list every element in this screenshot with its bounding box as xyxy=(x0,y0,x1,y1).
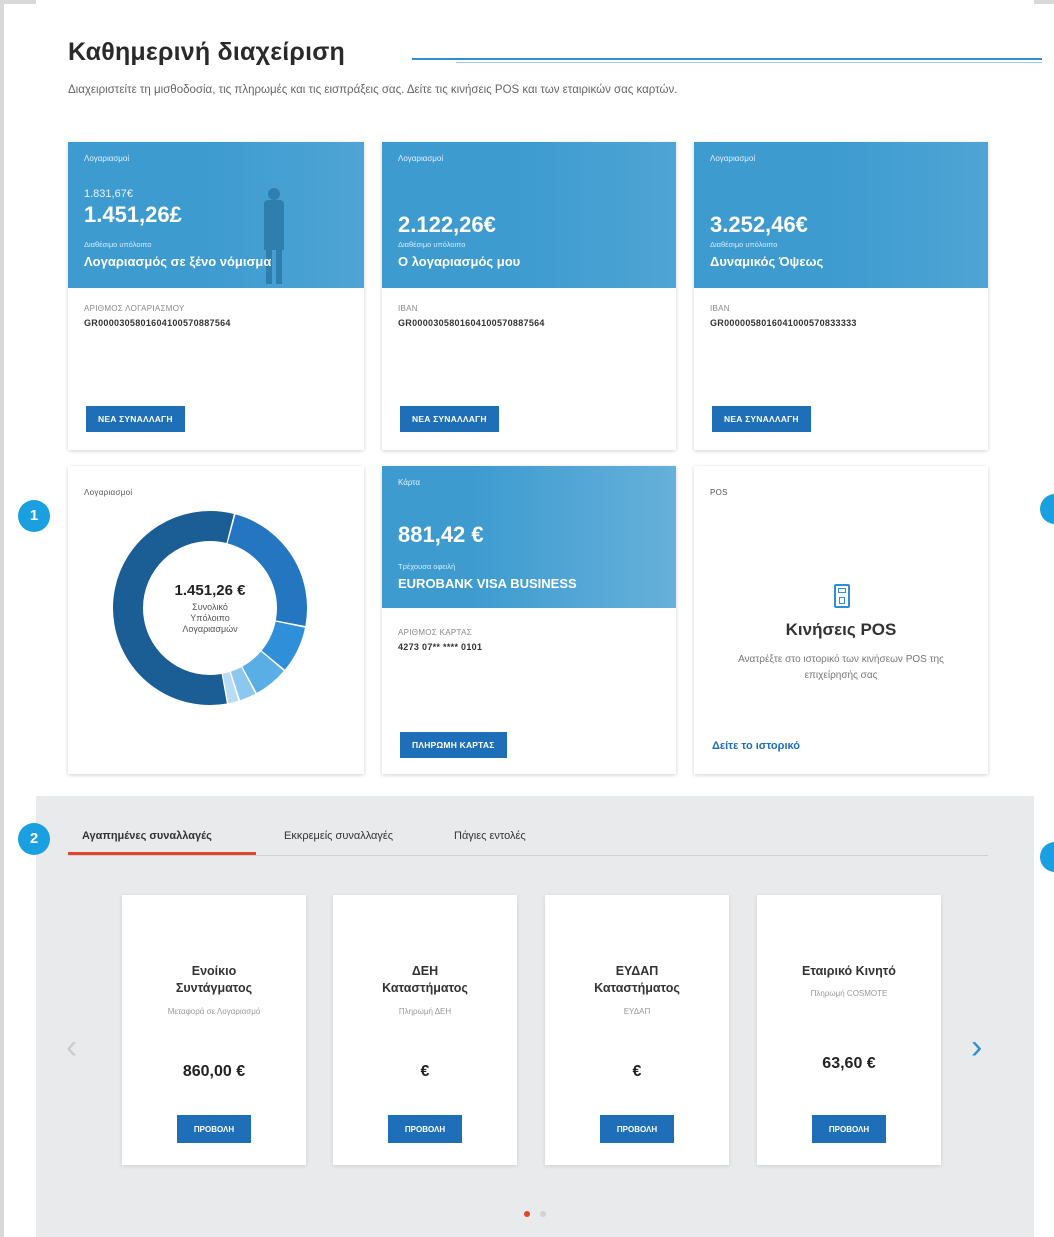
total-balance-label-1: Συνολικό xyxy=(192,601,228,612)
traveler-figure xyxy=(256,188,292,284)
favorite-amount: 63,60 € xyxy=(822,1055,876,1072)
transactions-section: Αγαπημένες συναλλαγές Εκκρεμείς συναλλαγ… xyxy=(36,796,1034,1237)
credit-card-header: Κάρτα 881,42 € Τρέχουσα οφειλή EUROBANK … xyxy=(382,466,676,608)
page-title: Καθημερινή διαχείριση xyxy=(68,38,345,66)
card-number-label: ΑΡΙΘΜΟΣ ΚΑΡΤΑΣ xyxy=(398,628,472,637)
total-balance-label-3: Λογαριασμών xyxy=(182,623,238,634)
favorite-transaction-card[interactable]: ΔΕΗ Καταστήματος Πληρωμή ΔΕΗ € ΠΡΟΒΟΛΗ xyxy=(333,895,517,1165)
balance-donut-chart: 1.451,26 € Συνολικό Υπόλοιπο Λογαριασμών xyxy=(110,508,310,708)
new-transaction-button[interactable]: ΝΕΑ ΣΥΝΑΛΛΑΓΗ xyxy=(400,406,499,432)
card-due-amount: 881,42 € xyxy=(398,522,484,547)
iban-label: IBAN xyxy=(710,304,730,313)
pos-card[interactable]: POS Κινήσεις POS Ανατρέξτε στο ιστορικό … xyxy=(694,466,988,774)
favorite-amount: € xyxy=(632,1063,642,1080)
view-button[interactable]: ΠΡΟΒΟΛΗ xyxy=(600,1115,674,1143)
card-tag: Λογαριασμοί xyxy=(398,154,444,163)
annotation-marker-2: 2 xyxy=(18,823,50,855)
iban-value: GR0000058016041000570833333 xyxy=(710,318,857,328)
view-button[interactable]: ΠΡΟΒΟΛΗ xyxy=(177,1115,251,1143)
secondary-amount: 1.831,67€ xyxy=(84,188,133,200)
view-history-link[interactable]: Δείτε το ιστορικό xyxy=(712,740,800,752)
tab-standing-orders[interactable]: Πάγιες εντολές xyxy=(454,830,526,842)
favorite-name-line2: Συντάγματος xyxy=(175,981,253,995)
favorite-name-line1: ΕΥΔΑΠ xyxy=(615,964,659,978)
balance-amount: 3.252,46€ xyxy=(710,212,808,237)
favorite-amount: € xyxy=(420,1063,430,1080)
total-balance-label-2: Υπόλοιπο xyxy=(190,612,230,623)
favorite-name-line2: Καταστήματος xyxy=(382,981,468,995)
account-number-value: GR0000305801604100570887564 xyxy=(84,318,231,328)
account-number-label: ΑΡΙΘΜΟΣ ΛΟΓΑΡΙΑΣΜΟΥ xyxy=(84,304,185,313)
favorite-amount: 860,00 € xyxy=(182,1063,246,1080)
pos-title: Κινήσεις POS xyxy=(785,620,897,639)
account-name: Λογαριασμός σε ξένο νόμισμα xyxy=(84,254,272,269)
title-divider xyxy=(412,58,1042,60)
card-tag: Λογαριασμοί xyxy=(84,154,130,163)
account-card-header: Λογαριασμοί 1.831,67€ 1.451,26£ Διαθέσιμ… xyxy=(68,142,364,288)
favorite-transaction-card[interactable]: Εταιρικό Κινητό Πληρωμή COSMOTE 63,60 € … xyxy=(757,895,941,1165)
accounts-summary-card[interactable]: Λογαριασμοί 1.451,26 € Συνολικό Υπόλοιπο… xyxy=(68,466,364,774)
card-product-name: EUROBANK VISA BUSINESS xyxy=(398,576,577,591)
favorite-description: Μεταφορά σε Λογαριασμό xyxy=(167,1007,261,1016)
card-tag: Λογαριασμοί xyxy=(84,488,133,497)
favorite-transaction-card[interactable]: Ενοίκιο Συντάγματος Μεταφορά σε Λογαριασ… xyxy=(122,895,306,1165)
balance-label: Διαθέσιμο υπόλοιπο xyxy=(398,240,466,249)
donut-center: 1.451,26 € Συνολικό Υπόλοιπο Λογαριασμών xyxy=(110,508,310,708)
new-transaction-button[interactable]: ΝΕΑ ΣΥΝΑΛΛΑΓΗ xyxy=(86,406,185,432)
title-divider-thin xyxy=(456,62,1042,63)
balance-amount: 1.451,26£ xyxy=(84,202,182,227)
favorite-name: ΔΕΗ Καταστήματος xyxy=(343,963,507,997)
favorite-transaction-card[interactable]: ΕΥΔΑΠ Καταστήματος ΕΥΔΑΠ € ΠΡΟΒΟΛΗ xyxy=(545,895,729,1165)
pos-terminal-icon xyxy=(834,584,850,608)
balance-amount: 2.122,26€ xyxy=(398,212,496,237)
total-balance-value: 1.451,26 € xyxy=(174,581,246,599)
favorite-description: Πληρωμή COSMOTE xyxy=(810,989,888,998)
tab-pending[interactable]: Εκκρεμείς συναλλαγές xyxy=(284,830,393,842)
account-name: Ο λογαριασμός μου xyxy=(398,254,521,269)
tab-favorites[interactable]: Αγαπημένες συναλλαγές xyxy=(82,830,212,842)
account-card-my[interactable]: Λογαριασμοί 2.122,26€ Διαθέσιμο υπόλοιπο… xyxy=(382,142,676,450)
dashboard-page: Καθημερινή διαχείριση Διαχειριστείτε τη … xyxy=(36,0,1042,1237)
prev-arrow-icon[interactable]: ‹ xyxy=(66,1028,77,1067)
favorite-name: Εταιρικό Κινητό xyxy=(767,963,931,980)
page-subtitle: Διαχειριστείτε τη μισθοδοσία, τις πληρωμ… xyxy=(68,84,678,96)
carousel-pagination xyxy=(36,1204,1034,1222)
clock-photo xyxy=(514,142,676,288)
view-button[interactable]: ΠΡΟΒΟΛΗ xyxy=(812,1115,886,1143)
favorite-name-line1: Εταιρικό Κινητό xyxy=(802,964,896,978)
account-card-header: Λογαριασμοί 2.122,26€ Διαθέσιμο υπόλοιπο… xyxy=(382,142,676,288)
annotation-marker-1: 1 xyxy=(18,500,50,532)
iban-label: IBAN xyxy=(398,304,418,313)
balance-label: Διαθέσιμο υπόλοιπο xyxy=(84,240,152,249)
iban-value: GR0000305801604100570887564 xyxy=(398,318,545,328)
active-tab-underline xyxy=(68,852,256,855)
account-card-dynamic[interactable]: Λογαριασμοί 3.252,46€ Διαθέσιμο υπόλοιπο… xyxy=(694,142,988,450)
favorite-name: ΕΥΔΑΠ Καταστήματος xyxy=(555,963,719,997)
pagination-dot-active[interactable] xyxy=(523,1211,530,1217)
card-tag: POS xyxy=(710,488,728,497)
account-card-foreign[interactable]: Λογαριασμοί 1.831,67€ 1.451,26£ Διαθέσιμ… xyxy=(68,142,364,450)
pos-description: Ανατρέξτε στο ιστορικό των κινήσεων POS … xyxy=(738,654,944,681)
card-number-value: 4273 07** **** 0101 xyxy=(398,642,483,652)
view-button[interactable]: ΠΡΟΒΟΛΗ xyxy=(388,1115,462,1143)
balance-label: Διαθέσιμο υπόλοιπο xyxy=(710,240,778,249)
new-transaction-button[interactable]: ΝΕΑ ΣΥΝΑΛΛΑΓΗ xyxy=(712,406,811,432)
card-due-label: Τρέχουσα οφειλή xyxy=(398,562,456,571)
favorite-description: ΕΥΔΑΠ xyxy=(623,1007,651,1016)
card-tag: Κάρτα xyxy=(398,478,420,487)
credit-card-card[interactable]: Κάρτα 881,42 € Τρέχουσα οφειλή EUROBANK … xyxy=(382,466,676,774)
favorite-name-line2: Καταστήματος xyxy=(594,981,680,995)
favorite-name-line1: Ενοίκιο xyxy=(191,964,237,978)
favorite-description: Πληρωμή ΔΕΗ xyxy=(398,1007,452,1016)
card-payment-button[interactable]: ΠΛΗΡΩΜΗ ΚΑΡΤΑΣ xyxy=(400,732,507,758)
favorite-name-line1: ΔΕΗ xyxy=(411,964,439,978)
next-arrow-icon[interactable]: › xyxy=(971,1028,982,1067)
account-card-header: Λογαριασμοί 3.252,46€ Διαθέσιμο υπόλοιπο… xyxy=(694,142,988,288)
favorite-name: Ενοίκιο Συντάγματος xyxy=(132,963,296,997)
pagination-dot[interactable] xyxy=(540,1211,547,1217)
card-tag: Λογαριασμοί xyxy=(710,154,756,163)
clock-photo xyxy=(826,142,988,288)
account-name: Δυναμικός Όψεως xyxy=(710,254,824,269)
